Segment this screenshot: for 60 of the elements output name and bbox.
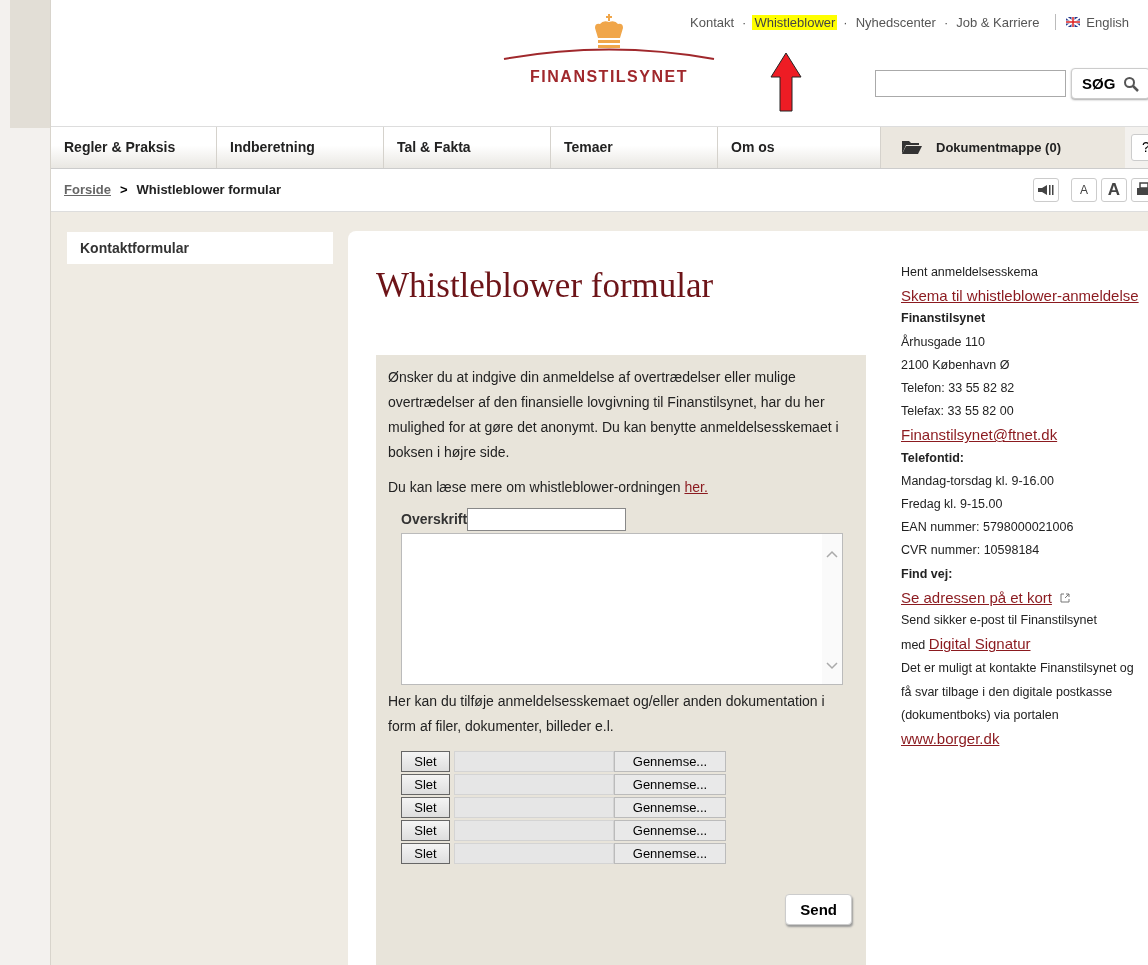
map-link[interactable]: Se adressen på et kort <box>901 588 1052 606</box>
contact-heading: Telefontid: <box>901 449 965 467</box>
signature-link[interactable]: Digital Signatur <box>928 635 1031 653</box>
separator-dot: · <box>943 14 949 30</box>
more-info-link[interactable]: her. <box>684 479 708 495</box>
document-folder-tab[interactable]: Dokumentmappe (0) <box>881 126 1125 168</box>
browse-button[interactable]: Gennemse... <box>614 843 726 864</box>
contact-text: Hent anmeldelsesskema <box>901 264 1039 281</box>
logo-text[interactable]: FINANSTILSYNET <box>530 68 688 86</box>
contact-text: CVR nummer: 10598184 <box>901 542 1041 560</box>
language-link[interactable]: English <box>1084 14 1131 30</box>
browse-button[interactable]: Gennemse... <box>614 797 726 818</box>
more-info-text: Du kan læse mere om whistleblower-ordningen her. <box>388 478 709 497</box>
breadcrumb-current: Whistleblower formular <box>136 182 282 198</box>
folder-label: Dokumentmappe (0) <box>936 139 1061 155</box>
delete-button[interactable]: Slet <box>401 774 450 795</box>
nav-tab[interactable]: Indberetning <box>217 126 384 168</box>
delete-button[interactable]: Slet <box>401 797 450 818</box>
delete-button[interactable]: Slet <box>401 751 450 772</box>
nav-tab[interactable]: Tal & Fakta <box>384 126 551 168</box>
top-link[interactable]: Nyhedscenter <box>853 14 938 30</box>
intro-text: Ønsker du at indgive din anmeldelse af overtrædelser eller mulige overtrædelser af den finansielle lovgivning til Finanstilsynet, har du her mulighed for at gøre det anonymt. Du kan benytte anmeldelsesskemaet i boksen i højre side. <box>388 368 840 462</box>
delete-button[interactable]: Slet <box>401 843 450 864</box>
breadcrumb-link[interactable]: Forside <box>64 182 111 198</box>
nav-tab[interactable]: Temaer <box>551 126 718 168</box>
contact-text: Mandag-torsdag kl. 9-16.00 <box>901 472 1055 490</box>
nav-tab[interactable]: Regler & Praksis <box>51 126 217 168</box>
contact-text: Det er muligt at kontakte Finanstilsynet og få svar tilbage i den digitale postkasse (dokumentboks) via portalen <box>901 660 1135 724</box>
contact-text: Århusgade 110 <box>901 333 986 351</box>
nav-tab[interactable]: Om os <box>718 126 881 168</box>
attach-text: Her kan du tilføje anmeldelsesskemaet og/eller anden dokumentation i form af filer, dokumenter, billeder e.l. <box>388 692 826 736</box>
contact-link[interactable]: www.borger.dk <box>901 730 1000 748</box>
contact-text: Send sikker e-post til Finanstilsynet <box>901 612 1098 630</box>
browse-button[interactable]: Gennemse... <box>614 820 726 841</box>
contact-text: Fredag kl. 9-15.00 <box>901 496 1004 514</box>
browse-button[interactable]: Gennemse... <box>614 751 726 772</box>
top-link[interactable]: Job & Karriere <box>954 14 1042 30</box>
contact-text: Telefax: 33 55 82 00 <box>901 403 1015 421</box>
separator-dot: · <box>843 14 848 30</box>
send-button[interactable]: Send <box>785 894 852 925</box>
contact-text: EAN nummer: 5798000021006 <box>901 519 1075 537</box>
contact-text: 2100 København Ø <box>901 356 1011 374</box>
field-label: Overskrift <box>401 510 468 527</box>
sidebar-item[interactable]: Kontaktformular <box>67 232 333 264</box>
search-button[interactable]: SØG <box>1071 68 1148 99</box>
page-title: Whistleblower formular <box>376 266 715 306</box>
breadcrumb-separator: > <box>119 182 128 198</box>
contact-link[interactable]: Finanstilsynet@ftnet.dk <box>901 426 1058 444</box>
browse-button[interactable]: Gennemse... <box>614 774 726 795</box>
text-size-button[interactable]: A <box>1071 177 1097 202</box>
top-link[interactable]: Kontakt <box>688 14 737 30</box>
separator-dot: · <box>742 14 747 30</box>
contact-text: Telefon: 33 55 82 82 <box>901 380 1016 397</box>
delete-button[interactable]: Slet <box>401 820 450 841</box>
top-link[interactable]: Whistleblower <box>752 14 838 30</box>
contact-link[interactable]: Skema til whistleblower-anmeldelse <box>901 287 1139 305</box>
contact-heading: Find vej: <box>901 565 954 583</box>
contact-heading: Finanstilsynet <box>901 310 987 328</box>
contact-text: med <box>901 638 927 653</box>
text-size-button[interactable]: A <box>1101 177 1127 202</box>
